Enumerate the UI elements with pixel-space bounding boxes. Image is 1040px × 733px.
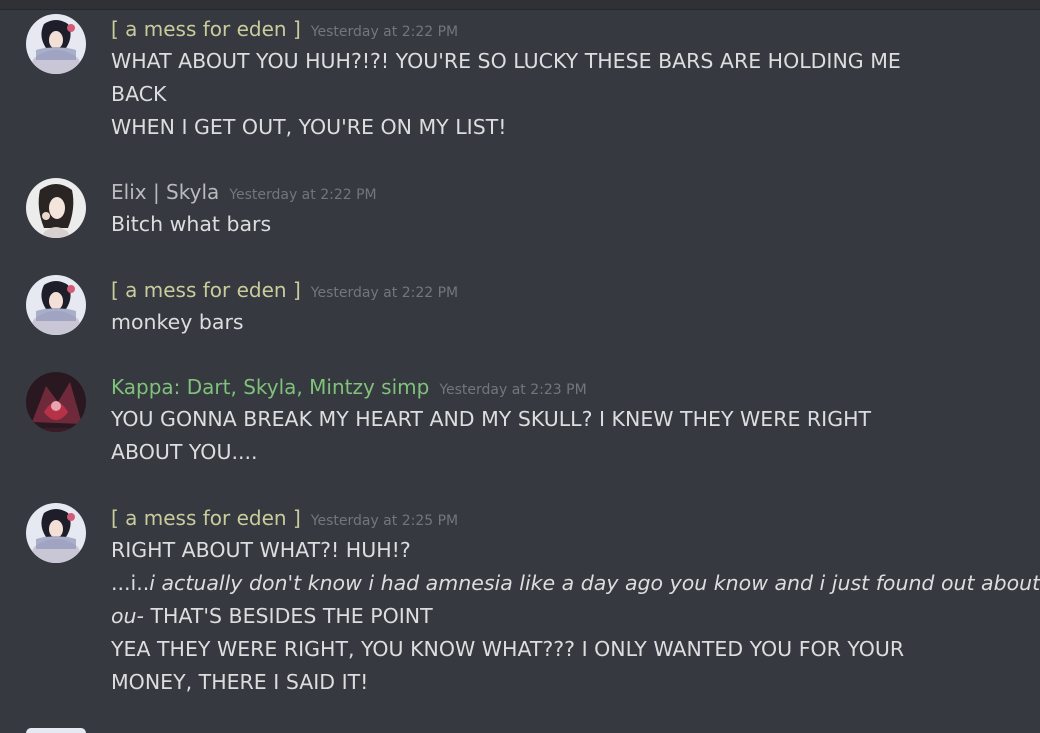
avatar[interactable] — [26, 275, 86, 335]
italic-text: i actually don't know i had amnesia like… — [149, 571, 1040, 595]
message-line-mixed: ...i..i actually don't know i had amnesi… — [111, 567, 1040, 600]
message-line: Bitch what bars — [111, 212, 272, 236]
message-line: WHAT ABOUT YOU HUH?!?! YOU'RE SO LUCKY T… — [111, 49, 901, 73]
message-content: YOU GONNA BREAK MY HEART AND MY SKULL? I… — [111, 403, 1011, 469]
username[interactable]: Elix | Skyla — [111, 180, 219, 204]
message-line-mixed: ou- THAT'S BESIDES THE POINT — [111, 600, 1011, 633]
chat-messages: [ a mess for eden ] Yesterday at 2:22 PM … — [0, 0, 1040, 733]
username[interactable]: Kappa: Dart, Skyla, Mintzy simp — [111, 375, 429, 399]
message-line: monkey bars — [111, 310, 244, 334]
avatar[interactable] — [26, 503, 86, 563]
username[interactable]: [ a mess for eden ] — [111, 17, 301, 41]
avatar[interactable] — [26, 178, 86, 238]
message-line: RIGHT ABOUT WHAT?! HUH!? — [111, 538, 411, 562]
avatar[interactable] — [26, 728, 86, 733]
italic-prefix: ...i.. — [111, 571, 150, 595]
username[interactable]: [ a mess for eden ] — [111, 278, 301, 302]
username[interactable]: [ a mess for eden ] — [111, 506, 301, 530]
avatar[interactable] — [26, 372, 86, 432]
timestamp[interactable]: Yesterday at 2:25 PM — [311, 513, 458, 529]
timestamp[interactable]: Yesterday at 2:22 PM — [229, 187, 376, 203]
message-line: ABOUT YOU.... — [111, 440, 258, 464]
avatar[interactable] — [26, 14, 86, 74]
message-header: Kappa: Dart, Skyla, Mintzy simp Yesterday… — [111, 372, 587, 405]
message-line: YOU GONNA BREAK MY HEART AND MY SKULL? I… — [111, 407, 872, 431]
timestamp[interactable]: Yesterday at 2:22 PM — [311, 285, 458, 301]
message-content: Bitch what bars — [111, 208, 1011, 241]
italic-text: ou- — [111, 604, 144, 628]
message-header: [ a mess for eden ] Yesterday at 2:22 PM — [111, 14, 458, 47]
message-header: Elix | Skyla Yesterday at 2:22 PM — [111, 177, 377, 210]
timestamp[interactable]: Yesterday at 2:22 PM — [311, 24, 458, 40]
message-content: WHAT ABOUT YOU HUH?!?! YOU'RE SO LUCKY T… — [111, 45, 1011, 144]
message-header: [ a mess for eden ] Yesterday at 2:22 PM — [111, 275, 458, 308]
message-line: YEA THEY WERE RIGHT, YOU KNOW WHAT??? I … — [111, 637, 905, 661]
message-content: monkey bars — [111, 306, 1011, 339]
message-text: THAT'S BESIDES THE POINT — [143, 604, 433, 628]
message-content: RIGHT ABOUT WHAT?! HUH!? ...i..i actuall… — [111, 534, 1040, 699]
message-line: WHEN I GET OUT, YOU'RE ON MY LIST! — [111, 115, 507, 139]
message-line: MONEY, THERE I SAID IT! — [111, 670, 369, 694]
message-header: [ a mess for eden ] Yesterday at 2:25 PM — [111, 503, 458, 536]
message-line: BACK — [111, 82, 167, 106]
timestamp[interactable]: Yesterday at 2:23 PM — [439, 382, 586, 398]
